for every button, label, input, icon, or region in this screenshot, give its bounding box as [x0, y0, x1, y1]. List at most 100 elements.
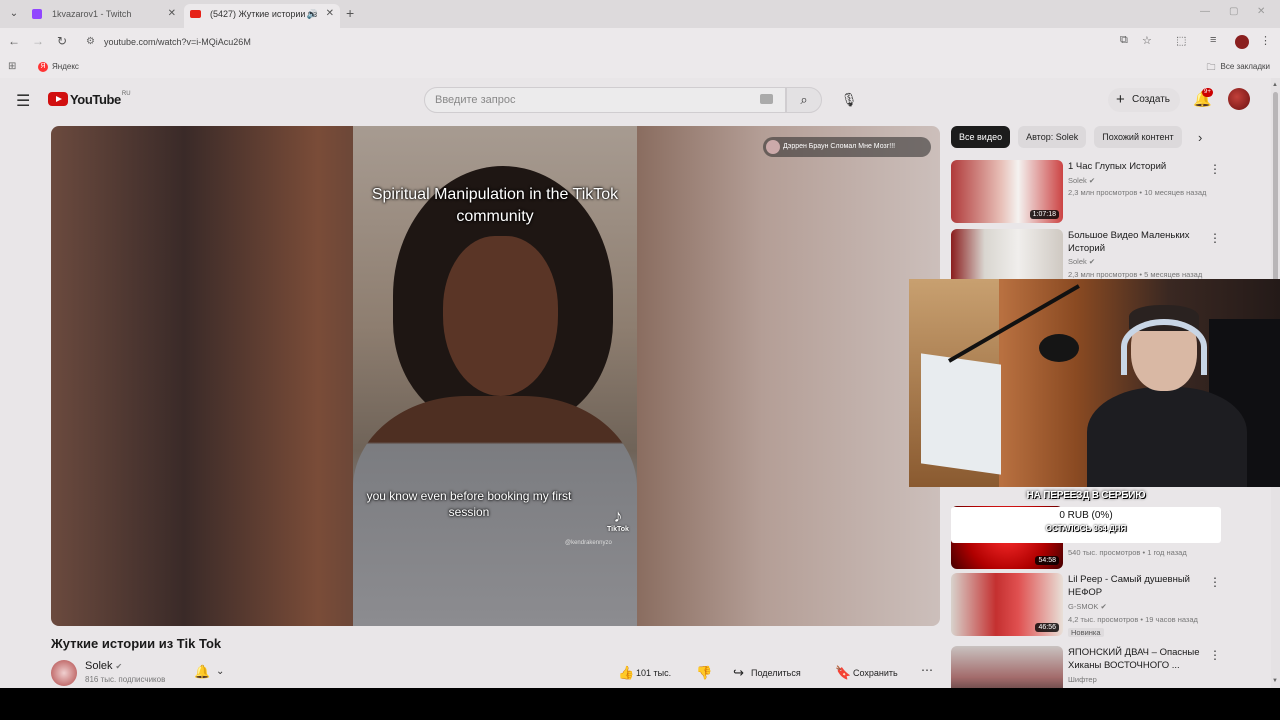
browser-tabbar: ⌄ 1kvazarov1 - Twitch ✕ (5427) Жуткие ис…	[0, 0, 1280, 28]
video-player[interactable]: Spiritual Manipulation in the TikTok com…	[51, 126, 940, 626]
rec-channel-name: Solek	[1068, 257, 1087, 266]
chip-by-author[interactable]: Автор: Solek	[1018, 126, 1087, 148]
more-actions-icon[interactable]: ⋯	[921, 663, 933, 677]
subscription-bell-icon[interactable]: 🔔	[194, 664, 210, 680]
user-avatar[interactable]	[1228, 88, 1250, 110]
youtube-logo[interactable]: YouTube RU	[48, 91, 131, 107]
share-label: Поделиться	[751, 668, 801, 678]
list-item[interactable]: 1:07:18 1 Час Глупых Историй Solek ✔ 2,3…	[951, 160, 1221, 226]
rec-meta: 2,3 млн просмотров • 10 месяцев назад	[1068, 188, 1207, 197]
rec-channel[interactable]: Solek ✔	[1068, 257, 1095, 266]
share-button[interactable]: ↪ Поделиться	[733, 663, 801, 683]
folder-icon: 🗀	[1206, 62, 1216, 72]
chip-related[interactable]: Похожий контент	[1094, 126, 1182, 148]
goal-title: НА ПЕРЕЕЗД В СЕРБИЮ	[1026, 490, 1146, 501]
all-bookmarks-label: Все закладки	[1220, 62, 1270, 71]
video-title: Жуткие истории из Tik Tok	[51, 636, 222, 651]
search-input[interactable]: Введите запрос	[424, 87, 786, 113]
tab-title: 1kvazarov1 - Twitch	[52, 9, 132, 19]
verified-icon: ✔	[1100, 602, 1107, 611]
rec-title[interactable]: ЯПОНСКИЙ ДВАЧ – Опасные Хиканы ВОСТОЧНОГ…	[1068, 646, 1208, 672]
create-button[interactable]: + Создать	[1108, 88, 1181, 112]
close-tab-icon[interactable]: ✕	[326, 4, 334, 24]
youtube-favicon-icon	[190, 10, 201, 18]
more-options-icon[interactable]: ⋮	[1209, 162, 1221, 176]
rec-title[interactable]: 1 Час Глупых Историй	[1068, 160, 1208, 173]
thumbs-up-icon: 👍	[618, 665, 635, 680]
goal-remaining: ОСТАЛОСЬ 364 ДНЯ	[1045, 524, 1127, 533]
dislike-button[interactable]: 👎	[696, 663, 714, 683]
chevron-down-icon[interactable]: ⌄	[216, 666, 224, 677]
video-thumbnail[interactable]	[951, 646, 1063, 688]
extensions-icon[interactable]: ⬚	[1176, 34, 1186, 47]
more-options-icon[interactable]: ⋮	[1209, 648, 1221, 662]
forward-icon[interactable]: →	[30, 34, 46, 48]
reload-icon[interactable]: ↻	[54, 34, 70, 48]
apps-grid-icon[interactable]: ⊞	[8, 61, 16, 72]
duration-badge: 1:07:18	[1029, 210, 1059, 219]
rec-title[interactable]: Большое Видео Маленьких Историй	[1068, 229, 1208, 255]
new-tab-button[interactable]: +	[346, 5, 354, 21]
channel-name[interactable]: Solek ✔	[85, 660, 122, 672]
scroll-up-icon[interactable]: ▲	[1272, 82, 1278, 88]
browser-menu-icon[interactable]: ⋮	[1260, 34, 1271, 47]
list-item[interactable]: 46:56 Lil Peep - Самый душевный НЕФОР G-…	[951, 573, 1221, 639]
browser-profile-avatar[interactable]	[1235, 35, 1249, 49]
url-field[interactable]: ⚙ youtube.com/watch?v=i-MQiAcu26M	[78, 31, 1178, 53]
minimize-icon[interactable]: —	[1200, 6, 1210, 17]
share-icon: ↪	[733, 665, 744, 680]
new-badge: Новинка	[1068, 628, 1104, 637]
bookmark-star-icon[interactable]: ☆	[1142, 34, 1152, 47]
scroll-down-icon[interactable]: ▼	[1272, 678, 1278, 684]
install-app-icon[interactable]: ⧉	[1120, 34, 1128, 47]
notifications-badge: 9+	[1202, 88, 1213, 97]
webcam-streamer-body	[1087, 387, 1247, 487]
video-thumbnail[interactable]: 46:56	[951, 573, 1063, 636]
verified-icon: ✔	[1088, 257, 1096, 266]
tab-twitch[interactable]: 1kvazarov1 - Twitch ✕	[26, 4, 182, 24]
like-count: 101 тыс.	[636, 668, 672, 678]
logo-region: RU	[121, 91, 131, 97]
rec-meta: 4,2 тыс. просмотров • 19 часов назад	[1068, 615, 1198, 624]
video-frame: Spiritual Manipulation in the TikTok com…	[353, 126, 637, 626]
keyboard-icon[interactable]	[760, 94, 773, 104]
rec-meta: 540 тыс. просмотров • 1 год назад	[1068, 548, 1187, 557]
save-label: Сохранить	[853, 668, 898, 678]
rec-channel-name: Шифтер	[1068, 675, 1097, 684]
video-thumbnail[interactable]: 1:07:18	[951, 160, 1063, 223]
close-window-icon[interactable]: ✕	[1257, 6, 1265, 17]
site-settings-icon[interactable]: ⚙	[86, 31, 95, 53]
close-tab-icon[interactable]: ✕	[168, 4, 176, 24]
verified-icon: ✔	[1088, 176, 1096, 185]
like-button[interactable]: 👍 101 тыс.	[618, 663, 671, 683]
menu-icon[interactable]: ☰	[16, 91, 30, 111]
list-item[interactable]: Большое Видео Маленьких Историй Solek ✔ …	[951, 229, 1221, 292]
speaker-icon[interactable]: 🔊	[307, 4, 318, 24]
rec-title[interactable]: Lil Peep - Самый душевный НЕФОР	[1068, 573, 1208, 599]
maximize-icon[interactable]: ▢	[1229, 6, 1238, 17]
tab-search-chevron-icon[interactable]: ⌄	[6, 6, 22, 22]
subscriber-count: 816 тыс. подписчиков	[85, 675, 166, 684]
rec-channel[interactable]: Solek ✔	[1068, 176, 1095, 185]
back-icon[interactable]: ←	[6, 34, 22, 48]
voice-search-icon[interactable]: 🎙	[836, 87, 862, 113]
rec-channel[interactable]: Шифтер	[1068, 675, 1097, 684]
rec-channel-name: G-SMOK	[1068, 602, 1099, 611]
search-button[interactable]: ⌕	[786, 87, 822, 113]
save-button[interactable]: 🔖 Сохранить	[835, 663, 898, 683]
twitch-favicon-icon	[32, 9, 42, 19]
media-controls-icon[interactable]: ≡	[1210, 34, 1216, 46]
video-caption-top: Spiritual Manipulation in the TikTok com…	[371, 186, 619, 225]
list-item[interactable]: ЯПОНСКИЙ ДВАЧ – Опасные Хиканы ВОСТОЧНОГ…	[951, 646, 1221, 688]
bookmark-yandex[interactable]: Я Яндекс	[38, 61, 79, 73]
tab-youtube[interactable]: (5427) Жуткие истории из 🔊 ✕	[184, 4, 340, 28]
next-video-chip[interactable]: Дэррен Браун Сломал Мне Мозг!!!	[763, 137, 931, 157]
chip-all-videos[interactable]: Все видео	[951, 126, 1011, 148]
channel-avatar[interactable]	[51, 660, 77, 686]
rec-channel[interactable]: G-SMOK ✔	[1068, 602, 1107, 611]
chevron-right-icon[interactable]: ›	[1198, 130, 1202, 145]
more-options-icon[interactable]: ⋮	[1209, 231, 1221, 245]
more-options-icon[interactable]: ⋮	[1209, 575, 1221, 589]
scrollbar-thumb[interactable]	[1273, 92, 1278, 282]
all-bookmarks[interactable]: 🗀 Все закладки	[1207, 61, 1270, 73]
